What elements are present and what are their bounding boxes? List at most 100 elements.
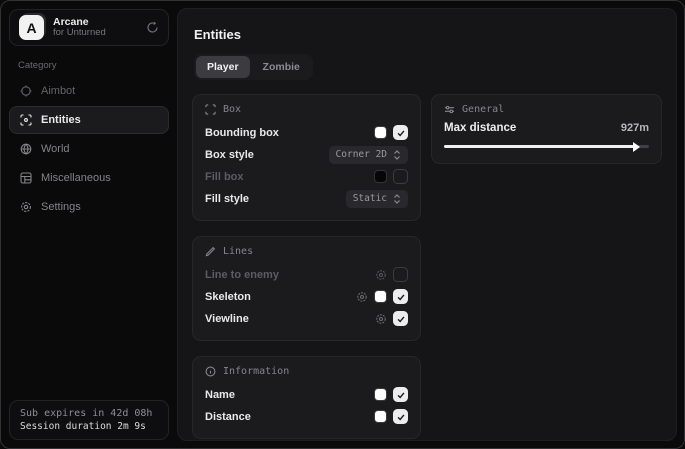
gear-icon: [20, 201, 32, 213]
sidebar-item-label: World: [41, 143, 70, 155]
max-distance-row: Max distance 927m: [444, 122, 649, 134]
refresh-icon[interactable]: [146, 21, 159, 34]
app-meta: Arcane for Unturned: [53, 16, 137, 39]
main-panel: Entities Player Zombie Box: [177, 8, 677, 441]
sidebar-item-label: Settings: [41, 201, 81, 213]
checkbox-unchecked[interactable]: [393, 267, 408, 282]
entity-tabs: Player Zombie: [194, 54, 313, 80]
pencil-icon: [205, 246, 216, 257]
checkbox-checked[interactable]: [393, 387, 408, 402]
info-icon: [205, 366, 216, 377]
setting-label: Viewline: [205, 313, 375, 325]
sidebar-item-label: Miscellaneous: [41, 172, 111, 184]
slider-label: Max distance: [444, 122, 621, 134]
slider-thumb[interactable]: [633, 142, 640, 152]
settings-columns: Box Bounding box Box style: [192, 94, 662, 439]
tab-zombie[interactable]: Zombie: [252, 56, 311, 78]
setting-label: Fill box: [205, 171, 374, 183]
color-swatch[interactable]: [374, 388, 387, 401]
color-swatch[interactable]: [374, 126, 387, 139]
box-corners-icon: [205, 104, 216, 115]
setting-label: Skeleton: [205, 291, 356, 303]
information-card-header: Information: [205, 366, 408, 377]
color-swatch[interactable]: [374, 290, 387, 303]
checkbox-checked[interactable]: [393, 409, 408, 424]
setting-row-fill-style: Fill style Static: [205, 188, 408, 209]
row-controls: [374, 409, 408, 424]
globe-icon: [20, 143, 32, 155]
color-swatch[interactable]: [374, 410, 387, 423]
scan-icon: [20, 114, 32, 126]
app-subtitle: for Unturned: [53, 28, 137, 39]
chevron-up-down-icon: [393, 194, 401, 204]
app-header-card: A Arcane for Unturned: [9, 9, 169, 46]
row-controls: [374, 387, 408, 402]
checkbox-checked[interactable]: [393, 125, 408, 140]
row-controls: [375, 311, 408, 326]
tab-player[interactable]: Player: [196, 56, 250, 78]
lines-card-header: Lines: [205, 246, 408, 257]
chevron-up-down-icon: [393, 150, 401, 160]
sidebar: A Arcane for Unturned Category Aimbot: [1, 1, 177, 448]
sidebar-nav: Aimbot Entities World: [9, 77, 169, 221]
subscription-info-card: Sub expires in 42d 08h Session duration …: [9, 400, 169, 440]
sidebar-item-label: Entities: [41, 114, 81, 126]
sub-expiry-text: Sub expires in 42d 08h: [20, 408, 158, 419]
layout-grid-icon: [20, 172, 32, 184]
setting-label: Box style: [205, 149, 329, 161]
crosshair-icon: [20, 85, 32, 97]
information-card: Information Name Distance: [192, 356, 421, 439]
dropdown-value: Static: [353, 193, 387, 204]
setting-row-distance: Distance: [205, 406, 408, 427]
row-controls: Static: [346, 190, 408, 208]
general-card-header: General: [444, 104, 649, 115]
row-settings-gear-icon[interactable]: [375, 269, 387, 281]
slider-fill: [444, 145, 635, 148]
max-distance-slider[interactable]: [444, 140, 649, 152]
box-card-header: Box: [205, 104, 408, 115]
checkbox-checked[interactable]: [393, 289, 408, 304]
checkbox-checked[interactable]: [393, 311, 408, 326]
checkbox-unchecked[interactable]: [393, 169, 408, 184]
setting-label: Fill style: [205, 193, 346, 205]
setting-row-skeleton: Skeleton: [205, 286, 408, 307]
sidebar-item-entities[interactable]: Entities: [9, 106, 169, 134]
setting-label: Bounding box: [205, 127, 374, 139]
sliders-icon: [444, 104, 455, 115]
setting-row-line-to-enemy: Line to enemy: [205, 264, 408, 285]
setting-label: Name: [205, 389, 374, 401]
row-settings-gear-icon[interactable]: [375, 313, 387, 325]
general-card: General Max distance 927m: [431, 94, 662, 164]
row-controls: Corner 2D: [329, 146, 408, 164]
sidebar-item-settings[interactable]: Settings: [9, 193, 169, 221]
sidebar-item-label: Aimbot: [41, 85, 75, 97]
setting-row-viewline: Viewline: [205, 308, 408, 329]
setting-label: Distance: [205, 411, 374, 423]
sidebar-item-miscellaneous[interactable]: Miscellaneous: [9, 164, 169, 192]
box-style-dropdown[interactable]: Corner 2D: [329, 146, 408, 164]
row-settings-gear-icon[interactable]: [356, 291, 368, 303]
row-controls: [374, 125, 408, 140]
row-controls: [375, 267, 408, 282]
sidebar-item-aimbot[interactable]: Aimbot: [9, 77, 169, 105]
information-card-title: Information: [223, 366, 289, 377]
color-swatch[interactable]: [374, 170, 387, 183]
slider-value: 927m: [621, 122, 649, 134]
setting-row-box-style: Box style Corner 2D: [205, 144, 408, 165]
left-column: Box Bounding box Box style: [192, 94, 421, 439]
box-card: Box Bounding box Box style: [192, 94, 421, 221]
row-controls: [374, 169, 408, 184]
category-label: Category: [18, 60, 169, 71]
app-window: A Arcane for Unturned Category Aimbot: [0, 0, 685, 449]
lines-card-title: Lines: [223, 246, 253, 257]
right-column: General Max distance 927m: [431, 94, 662, 164]
fill-style-dropdown[interactable]: Static: [346, 190, 408, 208]
dropdown-value: Corner 2D: [336, 149, 387, 160]
avatar: A: [19, 15, 44, 40]
page-title: Entities: [194, 27, 662, 42]
setting-label: Line to enemy: [205, 269, 375, 281]
general-card-title: General: [462, 104, 504, 115]
row-controls: [356, 289, 408, 304]
setting-row-name: Name: [205, 384, 408, 405]
sidebar-item-world[interactable]: World: [9, 135, 169, 163]
